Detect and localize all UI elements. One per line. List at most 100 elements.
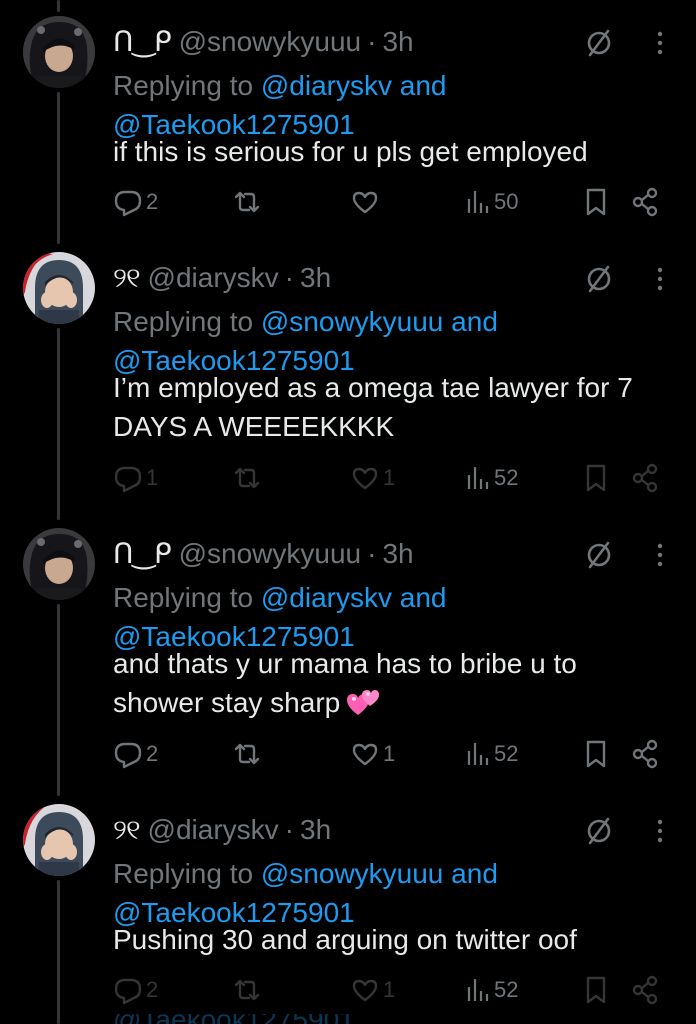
and-word[interactable]: and [400,582,447,613]
like-icon [352,191,378,214]
avatar[interactable] [23,252,95,324]
bookmark-icon [586,464,606,492]
and-word[interactable]: and [451,306,498,337]
mention-link[interactable]: @diaryskv [261,70,392,101]
tweet-text: if this is serious for u pls get employe… [113,132,683,171]
like-count: 1 [383,741,396,766]
two-hearts-emoji [346,688,380,728]
share-button[interactable] [632,184,660,220]
reply-button[interactable]: 2 [113,184,158,220]
timestamp[interactable]: 3h [382,24,413,60]
views-icon [467,979,489,1001]
and-word[interactable]: and [451,858,498,889]
mention-link[interactable]: @snowykyuuu [261,306,444,337]
avatar[interactable] [23,16,95,88]
bookmark-icon [586,976,606,1004]
like-count: 1 [383,465,396,490]
replying-prefix: Replying to [113,582,254,613]
tweet-text: and thats y ur mama has to bribe u to sh… [113,644,683,728]
mention-link[interactable]: @snowykyuuu [261,858,444,889]
reply-button[interactable]: 1 [113,460,158,496]
share-icon [632,739,658,769]
thread-line [57,0,60,12]
bookmark-button[interactable] [584,972,608,1008]
avatar[interactable] [23,804,95,876]
reply-count: 2 [146,741,159,766]
timestamp[interactable]: 3h [382,536,413,572]
views-button[interactable]: 52 [465,736,518,772]
retweet-icon [234,191,260,213]
bookmark-button[interactable] [584,460,608,496]
reply-icon [114,978,142,1005]
reply-icon [114,190,142,217]
replying-prefix: Replying to [113,306,254,337]
display-name[interactable]: ᑎ‿ᑭ [113,536,172,572]
view-count: 50 [494,189,519,214]
retweet-icon [234,467,260,489]
separator: · [367,26,377,57]
tweet-text: I’m employed as a omega tae lawyer for 7… [113,368,683,446]
like-button[interactable]: 1 [350,972,395,1008]
grok-icon[interactable] [584,540,614,570]
timestamp[interactable]: 3h [300,260,331,296]
handle[interactable]: @snowykyuuu [179,536,362,572]
and-word[interactable]: and [400,70,447,101]
tweet-text-line: if this is serious for u pls get employe… [113,136,588,167]
display-name[interactable]: ᑎ‿ᑭ [113,24,172,60]
retweet-button[interactable] [231,184,266,220]
tweet-text-line: Pushing 30 and arguing on twitter oof [113,924,577,955]
retweet-icon [234,979,260,1001]
tweet-text: Pushing 30 and arguing on twitter oof [113,920,683,959]
display-name[interactable]: ୨୧ [113,812,141,848]
retweet-icon [234,743,260,765]
share-icon [632,187,658,217]
share-icon [632,975,658,1005]
handle[interactable]: @diaryskv [148,812,279,848]
handle[interactable]: @snowykyuuu [179,24,362,60]
grok-icon[interactable] [584,264,614,294]
avatar[interactable] [23,528,95,600]
replying-prefix: Replying to [113,858,254,889]
bookmark-button[interactable] [584,736,608,772]
reply-button[interactable]: 2 [113,736,158,772]
views-button[interactable]: 52 [465,972,518,1008]
like-button[interactable]: 1 [350,736,395,772]
share-button[interactable] [632,972,660,1008]
view-count: 52 [494,465,519,490]
handle[interactable]: @diaryskv [148,260,279,296]
grok-icon[interactable] [584,28,614,58]
reply-icon [114,466,142,493]
bookmark-icon [586,740,606,768]
views-button[interactable]: 50 [465,184,518,220]
tweet-text-line: I’m employed as a omega tae lawyer for 7 [113,372,633,403]
like-button[interactable] [350,184,383,220]
reply-icon [114,742,142,769]
mention-link[interactable]: @diaryskv [261,582,392,613]
reply-button[interactable]: 2 [113,972,158,1008]
separator: · [284,262,294,293]
more-icon[interactable] [648,540,672,570]
reply-count: 2 [146,977,159,1002]
retweet-button[interactable] [231,460,266,496]
like-icon [352,467,378,490]
like-button[interactable]: 1 [350,460,395,496]
tweet-text-line: DAYS A WEEEEKKKK [113,411,395,442]
bookmark-button[interactable] [584,184,608,220]
more-icon[interactable] [648,816,672,846]
more-icon[interactable] [648,264,672,294]
action-bar: 2 50 [0,184,696,220]
share-button[interactable] [632,736,660,772]
views-button[interactable]: 52 [465,460,518,496]
action-bar: 2 1 52 [0,736,696,772]
like-icon [352,979,378,1002]
view-count: 52 [494,741,519,766]
reply-count: 1 [146,465,159,490]
share-button[interactable] [632,460,660,496]
retweet-button[interactable] [231,736,266,772]
more-icon[interactable] [648,28,672,58]
grok-icon[interactable] [584,816,614,846]
retweet-button[interactable] [231,972,266,1008]
timestamp[interactable]: 3h [300,812,331,848]
display-name[interactable]: ୨୧ [113,260,141,296]
cut-off-mention: @Taekook1275901 [113,1014,413,1024]
